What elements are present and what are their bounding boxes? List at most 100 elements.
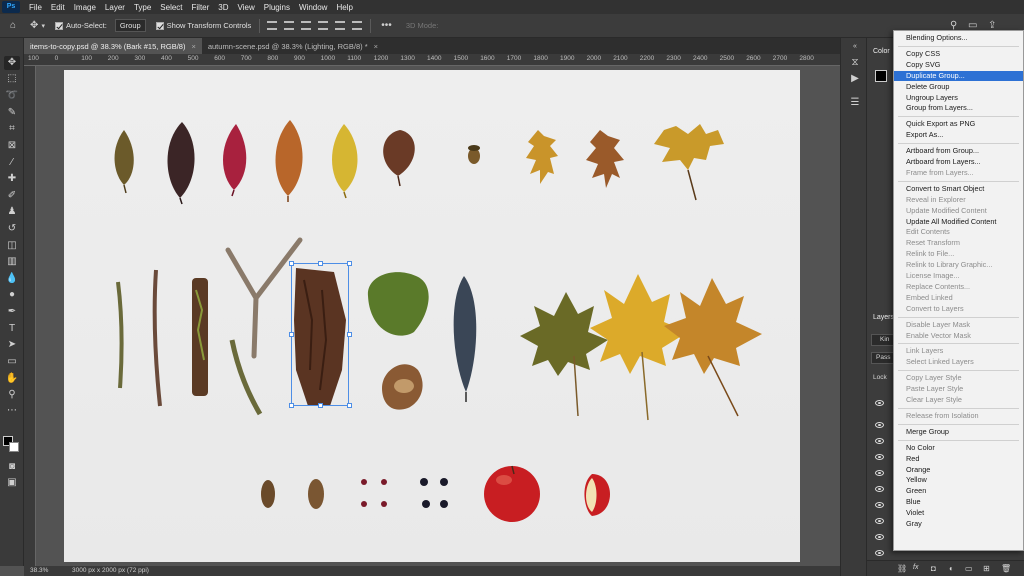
link-layers-icon[interactable]: ⛓ [897,564,907,573]
menu-item-gray[interactable]: Gray [894,519,1023,529]
leaf-olive[interactable] [114,130,134,194]
tab-autumn-scene[interactable]: autumn-scene.psd @ 38.3% (Lighting, RGB/… [202,38,384,54]
transform-handle[interactable] [347,403,352,408]
align-left-icon[interactable] [318,21,329,30]
menu-item-export-as[interactable]: Export As... [894,130,1023,140]
maple-leaf-orange[interactable] [664,278,762,417]
blend-mode-dropdown[interactable]: Pass [871,352,895,364]
leaf-orange-brown[interactable] [275,120,303,202]
close-icon[interactable]: × [374,42,378,51]
more-tools-icon[interactable]: ⋯ [4,404,20,418]
leaf-crimson[interactable] [223,124,247,197]
tree-stump[interactable] [382,364,423,410]
foreground-color-swatch[interactable] [875,70,887,82]
visibility-eye-icon[interactable] [875,550,884,556]
red-berries[interactable] [361,479,387,507]
twig-mossy-thin[interactable] [116,281,124,389]
menu-file[interactable]: File [29,3,42,12]
menu-item-artboard-from-group[interactable]: Artboard from Group... [894,146,1023,156]
canvas-area[interactable] [36,66,840,566]
pen-tool-icon[interactable]: ✒ [4,305,20,319]
align-bottom-icon[interactable] [301,21,312,30]
menu-item-yellow[interactable]: Yellow [894,475,1023,485]
collapse-panels-icon[interactable]: « [847,40,863,54]
crop-tool-icon[interactable]: ⌗ [4,122,20,136]
adjustments-icon[interactable]: ☰ [847,96,863,110]
play-actions-icon[interactable]: ▶ [847,72,863,86]
auto-select-checkbox[interactable] [54,21,63,30]
visibility-eye-icon[interactable] [875,470,884,476]
menu-image[interactable]: Image [74,3,96,12]
close-icon[interactable]: × [191,42,195,51]
bark-stick[interactable] [192,278,208,396]
adjustment-layer-icon[interactable]: ◐ [949,564,954,573]
dodge-tool-icon[interactable]: ● [4,288,20,302]
type-tool-icon[interactable]: T [4,322,20,336]
align-top-icon[interactable] [267,21,278,30]
menu-item-quick-export-as-png[interactable]: Quick Export as PNG [894,119,1023,129]
menu-item-ungroup-layers[interactable]: Ungroup Layers [894,93,1023,103]
menu-item-green[interactable]: Green [894,486,1023,496]
new-group-icon[interactable]: ▭ [965,564,973,573]
oak-leaf-brown[interactable] [586,130,624,188]
visibility-eye-icon[interactable] [875,486,884,492]
eyedropper-tool-icon[interactable]: ⁄ [4,156,20,170]
transform-handle[interactable] [347,332,352,337]
menu-item-copy-svg[interactable]: Copy SVG [894,60,1023,70]
tab-items-to-copy[interactable]: items-to-copy.psd @ 38.3% (Bark #15, RGB… [24,38,202,54]
quick-select-tool-icon[interactable]: ✎ [4,106,20,120]
twig-thin[interactable] [152,269,162,407]
transform-bounding-box[interactable] [291,263,349,406]
menu-layer[interactable]: Layer [105,3,125,12]
leaf-brown-round[interactable] [383,130,415,187]
visibility-eye-icon[interactable] [875,422,884,428]
visibility-eye-icon[interactable] [875,454,884,460]
menu-item-copy-css[interactable]: Copy CSS [894,49,1023,59]
align-right-icon[interactable] [352,21,363,30]
show-transform-checkbox[interactable] [155,21,164,30]
background-color-swatch[interactable] [9,442,19,452]
vertical-ruler[interactable] [24,66,36,566]
home-icon[interactable]: ⌂ [10,20,16,31]
menu-item-no-color[interactable]: No Color [894,443,1023,453]
menu-item-artboard-from-layers[interactable]: Artboard from Layers... [894,157,1023,167]
y-branch[interactable] [225,237,303,359]
new-layer-icon[interactable]: ⊞ [983,564,990,573]
document-canvas[interactable] [64,70,800,562]
quick-mask-icon[interactable]: ◙ [4,460,20,474]
visibility-eye-icon[interactable] [875,518,884,524]
transform-handle[interactable] [318,261,323,266]
transform-handle[interactable] [289,261,294,266]
moss-clump[interactable] [367,272,429,336]
menu-3d[interactable]: 3D [218,3,228,12]
healing-brush-icon[interactable]: ✚ [4,172,20,186]
menu-plugins[interactable]: Plugins [264,3,290,12]
menu-item-red[interactable]: Red [894,454,1023,464]
zoom-tool-icon[interactable]: ⚲ [4,388,20,402]
menu-help[interactable]: Help [336,3,352,12]
pine-cone-2[interactable] [308,479,324,509]
menu-type[interactable]: Type [134,3,151,12]
frame-tool-icon[interactable]: ⊠ [4,139,20,153]
align-center-icon[interactable] [335,21,346,30]
screen-mode-icon[interactable]: ▣ [4,476,20,490]
fx-icon[interactable]: fx [913,564,918,571]
delete-layer-icon[interactable]: 🗑 [1001,564,1011,573]
layer-kind-filter[interactable]: Kin [871,334,895,346]
layers-panel-tab[interactable]: Layers [873,314,894,321]
brush-tool-icon[interactable]: ✐ [4,189,20,203]
visibility-eye-icon[interactable] [875,438,884,444]
menu-view[interactable]: View [238,3,255,12]
color-panel-tab[interactable]: Color [873,48,890,55]
auto-select-dropdown[interactable]: Group [114,19,146,32]
menu-item-duplicate-group[interactable]: Duplicate Group... [894,70,1023,81]
chevron-down-icon[interactable]: ▾ [41,22,45,30]
blur-tool-icon[interactable]: 💧 [4,272,20,286]
menu-item-violet[interactable]: Violet [894,508,1023,518]
add-mask-icon[interactable]: ◘ [931,564,936,573]
move-tool-icon[interactable]: ✥ [4,56,20,70]
transform-handle[interactable] [289,403,294,408]
transform-handle[interactable] [347,261,352,266]
menu-select[interactable]: Select [160,3,182,12]
pine-cone-1[interactable] [261,480,275,508]
